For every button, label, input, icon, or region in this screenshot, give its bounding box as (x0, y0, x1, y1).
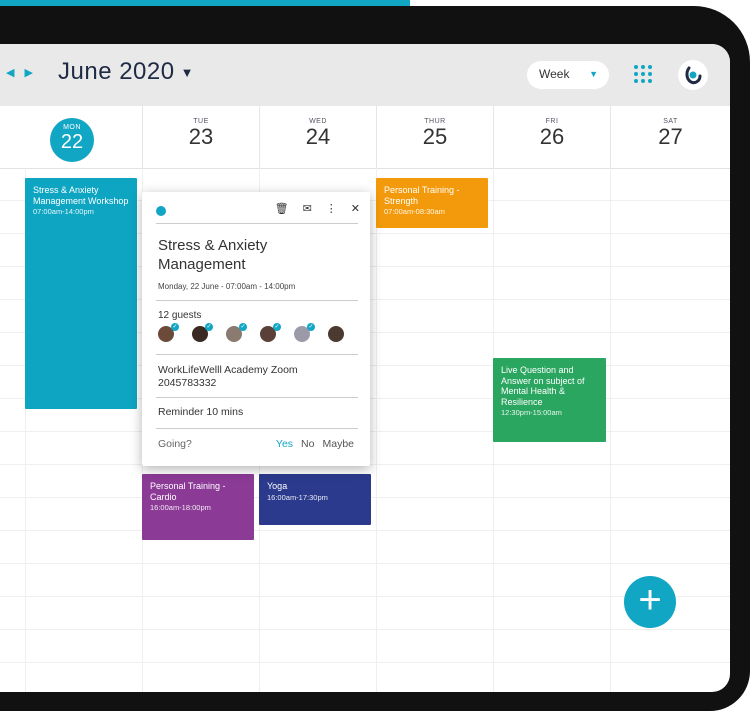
day-column-fri[interactable]: FRI 26 (493, 106, 610, 168)
today-indicator: MON 22 (50, 118, 94, 162)
previous-week-arrow-icon[interactable]: ◀ (6, 66, 14, 79)
event-title: Personal Training - Strength (384, 185, 460, 206)
event-title: Stress & Anxiety Management Workshop (33, 185, 129, 206)
event-title: Yoga (267, 481, 288, 491)
event-title: Personal Training - Cardio (150, 481, 226, 502)
check-icon: ✓ (273, 323, 281, 331)
day-header-row: MON 22 TUE 23 WED 24 THUR 25 FRI 26 SAT (0, 106, 730, 169)
event-color-dot (156, 206, 166, 216)
view-label: Week (539, 67, 570, 81)
rsvp-no-button[interactable]: No (301, 438, 314, 450)
avatar[interactable]: ✓ (192, 323, 213, 342)
event-title: Live Question and Answer on subject of M… (501, 365, 585, 407)
divider (156, 223, 358, 224)
event-live-qa-mental-health[interactable]: Live Question and Answer on subject of M… (493, 358, 606, 442)
view-selector[interactable]: Week ▼ (527, 61, 609, 89)
dropdown-arrow-icon: ▼ (589, 69, 598, 79)
event-stress-anxiety-workshop[interactable]: Stress & Anxiety Management Workshop 07:… (25, 178, 137, 409)
day-column-wed[interactable]: WED 24 (259, 106, 376, 168)
rsvp-yes-button[interactable]: Yes (276, 438, 293, 450)
tablet-frame: ◀ ▶ June 2020 ▼ Week ▼ MON 22 TUE 23 WED… (0, 6, 750, 711)
event-personal-training-cardio[interactable]: Personal Training - Cardio 16:00am-18:00… (142, 474, 254, 540)
grid-line (0, 563, 730, 564)
rsvp-options: Yes No Maybe (276, 438, 354, 450)
event-location: WorkLifeWelll Academy Zoom 2045783332 (158, 364, 298, 389)
guest-avatars: ✓ ✓ ✓ ✓ ✓ (158, 323, 344, 342)
day-number: 26 (539, 124, 565, 149)
event-yoga[interactable]: Yoga 16:00am-17:30pm (259, 474, 371, 525)
avatar[interactable]: ✓ (158, 323, 179, 342)
rsvp-prompt: Going? (158, 438, 192, 450)
popup-event-date: Monday, 22 June - 07:00am - 14:00pm (158, 282, 296, 291)
event-time: 12:30pm-15:00am (501, 408, 562, 417)
app-header: ◀ ▶ June 2020 ▼ Week ▼ (0, 44, 730, 106)
day-column-thur[interactable]: THUR 25 (376, 106, 493, 168)
check-icon: ✓ (239, 323, 247, 331)
avatar[interactable] (328, 326, 344, 342)
day-number: 25 (422, 124, 448, 149)
divider (156, 428, 358, 429)
grid-line (0, 662, 730, 663)
profile-logo-icon[interactable] (678, 60, 708, 90)
check-icon: ✓ (171, 323, 179, 331)
grid-line (0, 629, 730, 630)
popup-actions: 🗑 ✉ ⋮ ✕ (275, 202, 360, 215)
guest-count: 12 guests (158, 310, 202, 321)
avatar[interactable]: ✓ (294, 323, 315, 342)
calendar-screen: ◀ ▶ June 2020 ▼ Week ▼ MON 22 TUE 23 WED… (0, 44, 730, 692)
event-reminder: Reminder 10 mins (158, 406, 244, 418)
day-number: 27 (658, 124, 683, 149)
grid-line (376, 168, 377, 692)
day-name: MON (63, 124, 81, 131)
email-icon[interactable]: ✉ (303, 202, 312, 215)
check-icon: ✓ (205, 323, 213, 331)
event-time: 16:00am-18:00pm (150, 503, 211, 512)
rsvp-maybe-button[interactable]: Maybe (322, 438, 354, 450)
month-selector[interactable]: June 2020 ▼ (58, 58, 194, 86)
more-options-icon[interactable]: ⋮ (326, 202, 337, 215)
next-week-arrow-icon[interactable]: ▶ (24, 66, 32, 79)
avatar[interactable]: ✓ (226, 323, 247, 342)
day-column-mon[interactable]: MON 22 (25, 106, 142, 168)
popup-event-title: Stress & Anxiety Management (158, 237, 268, 273)
caret-down-icon: ▼ (180, 65, 194, 81)
plus-icon: + (638, 578, 662, 622)
delete-icon[interactable]: 🗑 (275, 202, 289, 215)
divider (156, 300, 358, 301)
month-label: June 2020 (58, 58, 175, 85)
close-icon[interactable]: ✕ (351, 202, 360, 215)
apps-grid-icon[interactable] (634, 65, 654, 85)
event-time: 07:00am-08:30am (384, 207, 445, 216)
event-time: 07:00am-14:00pm (33, 207, 94, 216)
check-icon: ✓ (307, 323, 315, 331)
divider (156, 354, 358, 355)
event-detail-popup: 🗑 ✉ ⋮ ✕ Stress & Anxiety Management Mond… (142, 192, 370, 466)
day-column-sat[interactable]: SAT 27 (610, 106, 730, 168)
divider (156, 397, 358, 398)
event-personal-training-strength[interactable]: Personal Training - Strength 07:00am-08:… (376, 178, 488, 228)
grid-line (0, 530, 730, 531)
day-column-tue[interactable]: TUE 23 (142, 106, 259, 168)
add-event-button[interactable]: + (624, 576, 676, 628)
event-time: 16:00am-17:30pm (267, 492, 328, 502)
week-navigation: ◀ ▶ (6, 66, 33, 79)
day-number: 24 (305, 124, 331, 149)
grid-line (610, 168, 611, 692)
avatar[interactable]: ✓ (260, 323, 281, 342)
grid-line (0, 596, 730, 597)
day-number: 22 (60, 131, 84, 153)
day-number: 23 (188, 124, 214, 149)
